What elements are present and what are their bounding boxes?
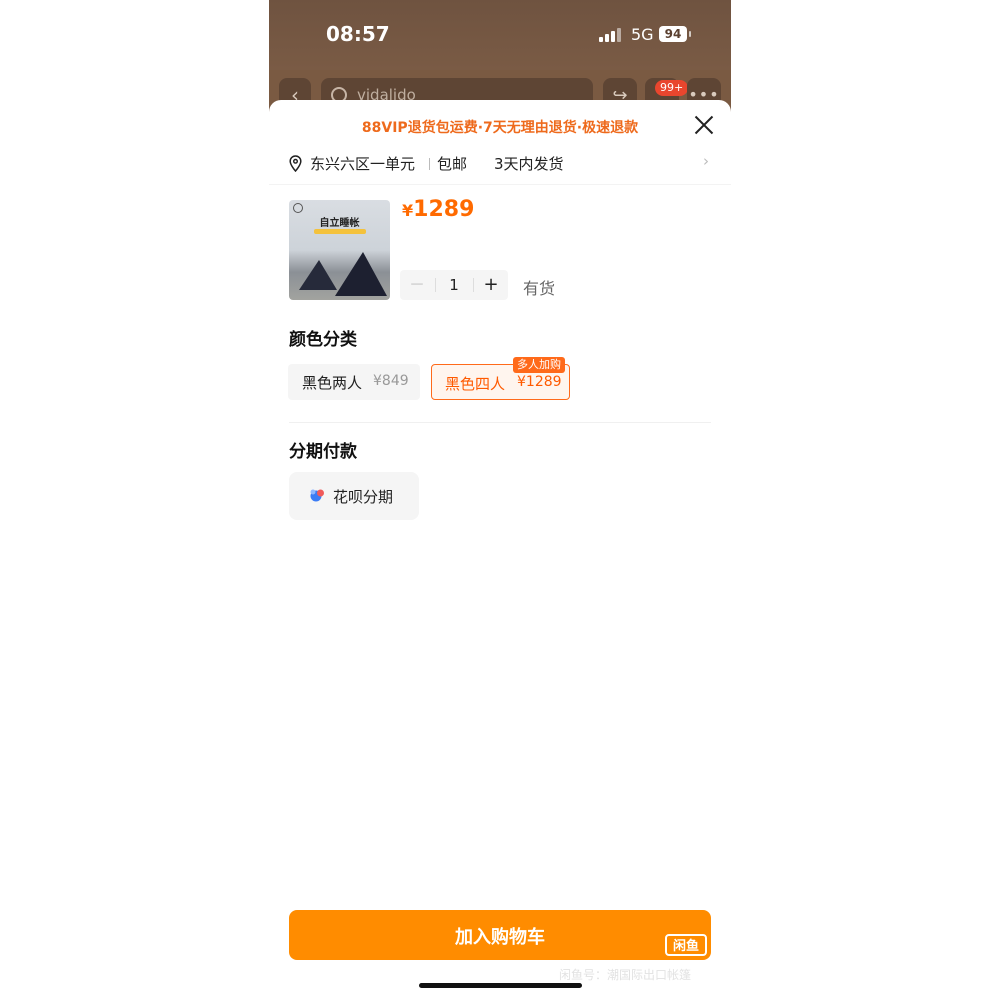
service-banner: 88VIP退货包运费·7天无理由退货·极速退款 [361, 120, 639, 136]
tent-large-shape [335, 252, 387, 296]
sku-sheet: 88VIP退货包运费·7天无理由退货·极速退款 东兴六区一单元 包邮 3天内发货… [269, 100, 731, 1000]
close-icon[interactable] [689, 110, 719, 140]
huabei-icon [310, 489, 324, 502]
network-type: 5G [631, 25, 654, 44]
decrease-button[interactable]: － [400, 270, 434, 300]
divider [269, 184, 731, 185]
address-divider [429, 158, 430, 170]
status-bar: 08:57 5G 94 [269, 0, 731, 70]
huabei-label: 花呗分期 [333, 488, 394, 506]
thumbnail-tag [314, 229, 366, 234]
option-black-two-person[interactable]: 黑色两人 ¥849 [288, 364, 420, 400]
popular-badge: 多人加购 [513, 357, 565, 373]
option-name: 黑色四人 [445, 375, 506, 393]
battery-icon: 94 [659, 26, 687, 42]
watermark-text: 闲鱼号：潮国际出口帐篷 [559, 968, 692, 982]
quantity-stepper: － 1 + [400, 270, 508, 300]
huabei-installment-button[interactable]: 花呗分期 [289, 472, 419, 520]
signal-icon [599, 28, 623, 42]
option-name: 黑色两人 [302, 374, 363, 392]
location-pin-icon [289, 155, 302, 172]
tent-small-shape [299, 260, 337, 290]
delivery-text: 3天内发货 [494, 155, 564, 173]
increase-button[interactable]: + [474, 270, 508, 300]
option-price: ¥849 [373, 373, 409, 389]
color-section-title: 颜色分类 [289, 330, 357, 350]
installment-section-title: 分期付款 [289, 442, 357, 462]
phone-screen: 08:57 5G 94 ‹ vidalido ↪ 99+ ••• 88VIP退货… [269, 0, 731, 1000]
add-to-cart-button[interactable]: 加入购物车 [289, 910, 711, 960]
status-time: 08:57 [326, 22, 390, 46]
thumbnail-title: 自立睡帐 [319, 218, 360, 229]
address-row[interactable]: 东兴六区一单元 包邮 3天内发货 › [289, 152, 711, 176]
quantity-value[interactable]: 1 [436, 270, 472, 300]
brand-logo [293, 203, 303, 213]
shipping-text: 包邮 [437, 155, 468, 173]
cart-badge: 99+ [655, 80, 689, 96]
watermark-logo: 闲鱼 [665, 934, 707, 956]
battery-tip [689, 31, 691, 37]
product-price: ¥1289 [402, 197, 474, 222]
divider [289, 422, 711, 423]
add-to-cart-label: 加入购物车 [455, 927, 545, 948]
option-price: ¥1289 [517, 374, 562, 390]
address-text: 东兴六区一单元 [310, 155, 416, 173]
currency-symbol: ¥ [402, 201, 414, 220]
product-thumbnail[interactable]: 自立睡帐 [289, 200, 390, 300]
chevron-right-icon: › [703, 152, 709, 170]
home-indicator[interactable] [419, 983, 582, 988]
price-value: 1289 [413, 197, 475, 222]
stock-status: 有货 [523, 279, 556, 298]
